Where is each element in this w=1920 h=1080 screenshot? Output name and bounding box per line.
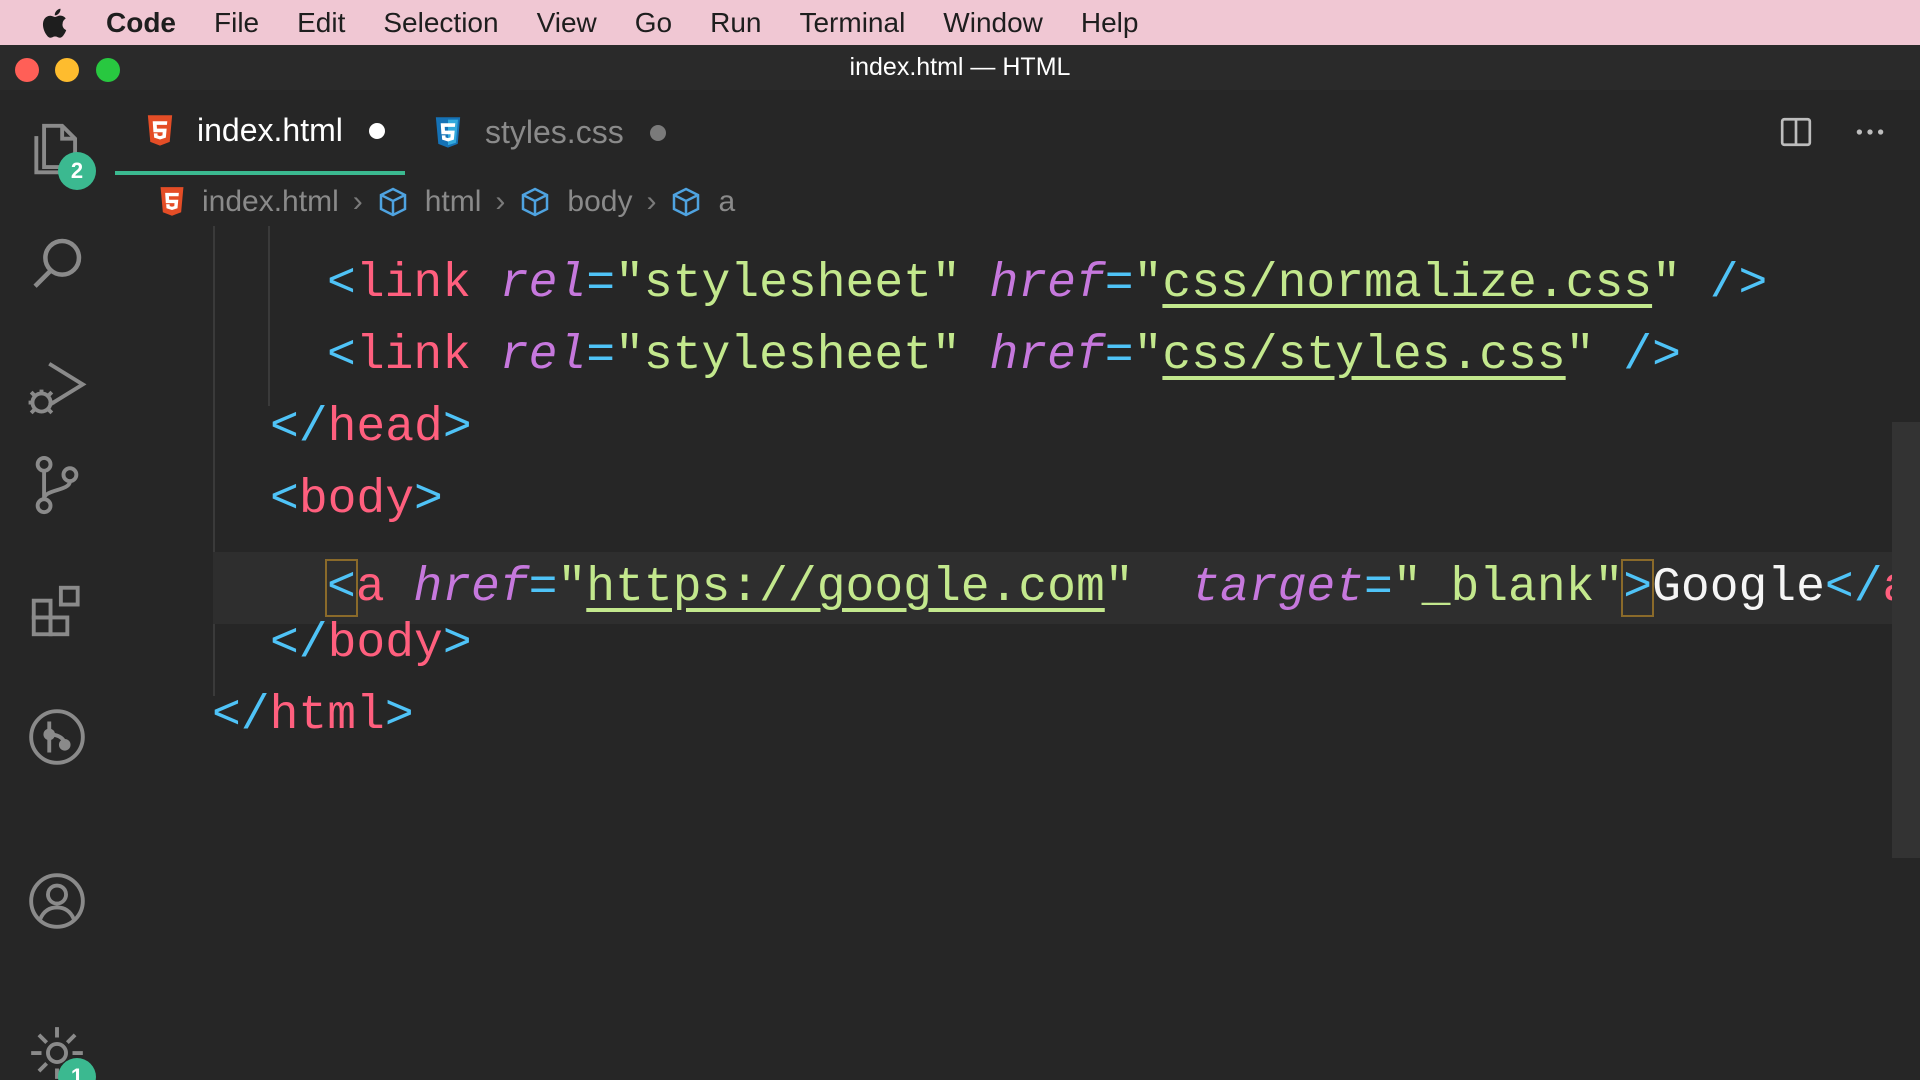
window-close-button[interactable] (15, 58, 39, 82)
chevron-right-icon: › (646, 185, 657, 218)
explorer-icon[interactable]: 2 (24, 116, 96, 190)
link-url[interactable]: css/styles.css (1162, 329, 1565, 383)
extensions-icon[interactable] (24, 578, 90, 644)
window-maximize-button[interactable] (96, 58, 120, 82)
tab-styles-css[interactable]: styles.css (433, 90, 713, 175)
chevron-right-icon: › (495, 185, 506, 218)
code-line: </body> (270, 617, 472, 671)
code-line: </html> (212, 689, 414, 743)
breadcrumb-label: body (567, 185, 633, 218)
html5-icon (160, 187, 184, 216)
menu-view[interactable]: View (537, 7, 597, 39)
code-line: <link rel="stylesheet" href="css/normali… (327, 257, 1768, 311)
window-title-bar: index.html — HTML (0, 45, 1920, 90)
code-editor[interactable]: <title>Document</title> <link rel="style… (115, 226, 1920, 1080)
breadcrumb: index.html › html › body › a (158, 178, 735, 226)
editor-scrollbar[interactable] (1892, 422, 1920, 858)
explorer-badge: 2 (58, 152, 96, 190)
git-graph-icon[interactable] (24, 704, 90, 770)
unsaved-indicator-icon[interactable] (649, 124, 666, 141)
menu-terminal[interactable]: Terminal (799, 7, 905, 39)
editor-tab-bar: index.html styles.css (115, 90, 1920, 175)
activity-bar: 2 1 (0, 90, 115, 1080)
source-control-icon[interactable] (24, 452, 90, 518)
split-editor-icon[interactable] (1776, 112, 1816, 152)
menu-help[interactable]: Help (1081, 7, 1139, 39)
css3-icon (435, 116, 461, 148)
settings-gear-icon[interactable]: 1 (24, 1020, 96, 1080)
breadcrumb-label: a (718, 185, 736, 218)
macos-menu-bar: Code File Edit Selection View Go Run Ter… (0, 0, 1920, 45)
breadcrumb-label: html (424, 185, 482, 218)
chevron-right-icon: › (352, 185, 363, 218)
menu-edit[interactable]: Edit (297, 7, 345, 39)
tab-label: styles.css (485, 114, 624, 150)
apple-logo-icon[interactable] (38, 5, 74, 41)
editor-actions (1742, 112, 1890, 152)
code-line: <link rel="stylesheet" href="css/styles.… (327, 329, 1681, 383)
more-actions-icon[interactable] (1850, 112, 1890, 152)
menu-selection[interactable]: Selection (383, 7, 498, 39)
menu-window[interactable]: Window (943, 7, 1043, 39)
html5-icon (147, 114, 173, 146)
breadcrumb-body[interactable]: body (519, 185, 632, 219)
breadcrumb-a[interactable]: a (670, 185, 735, 219)
code-line: <title>Document</title> (115, 226, 1920, 248)
search-icon[interactable] (24, 230, 90, 296)
breadcrumb-label: index.html (202, 185, 339, 218)
cube-symbol-icon (673, 187, 700, 217)
tab-index-html[interactable]: index.html (115, 90, 405, 175)
code-line: <body> (270, 473, 443, 527)
run-debug-icon[interactable] (24, 354, 90, 420)
breadcrumb-file[interactable]: index.html (158, 185, 339, 219)
menu-run[interactable]: Run (710, 7, 761, 39)
link-url[interactable]: https://google.com (586, 561, 1104, 615)
link-url[interactable]: css/normalize.css (1162, 257, 1652, 311)
account-icon[interactable] (24, 868, 90, 934)
breadcrumb-html[interactable]: html (377, 185, 482, 219)
window-title: index.html — HTML (849, 53, 1071, 81)
cube-symbol-icon (522, 187, 549, 217)
menu-app-code[interactable]: Code (106, 7, 176, 39)
menu-go[interactable]: Go (635, 7, 672, 39)
window-minimize-button[interactable] (55, 58, 79, 82)
unsaved-indicator-icon[interactable] (368, 122, 385, 139)
tab-label: index.html (197, 112, 343, 148)
menu-file[interactable]: File (214, 7, 259, 39)
cube-symbol-icon (379, 187, 406, 217)
code-line: </head> (270, 401, 472, 455)
